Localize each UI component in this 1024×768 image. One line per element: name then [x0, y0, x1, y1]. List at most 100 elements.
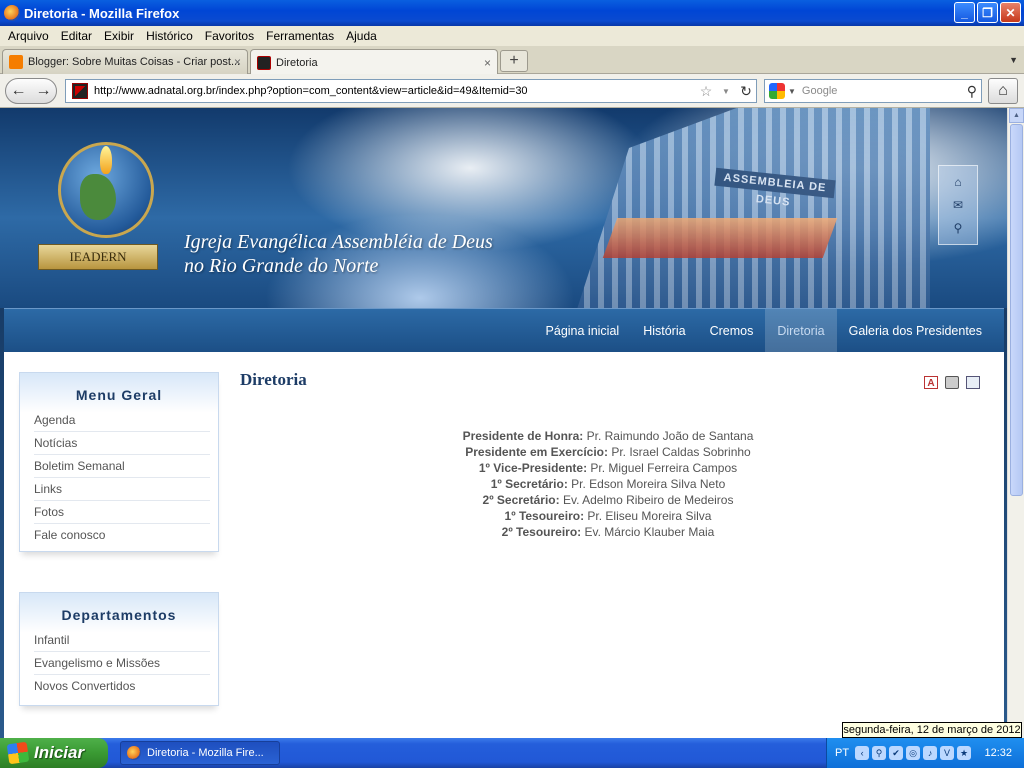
google-icon[interactable]: [769, 83, 785, 99]
church-name: Igreja Evangélica Assembléia de Deus no …: [184, 230, 493, 278]
language-indicator[interactable]: PT: [835, 747, 849, 759]
window-title: Diretoria - Mozilla Firefox: [24, 5, 180, 21]
bookmark-star-icon[interactable]: ☆: [696, 83, 716, 100]
board-row: 1º Secretário: Pr. Edson Moreira Silva N…: [240, 476, 976, 492]
system-tray: PT ‹ ⚲ ✔ ◎ ♪ V ★ 12:32: [826, 738, 1024, 768]
dept-item-infantil[interactable]: Infantil: [34, 629, 210, 652]
print-icon[interactable]: [945, 376, 959, 389]
tray-search-icon[interactable]: ⚲: [872, 746, 887, 760]
pdf-icon[interactable]: A: [924, 376, 938, 389]
menu-item-noticias[interactable]: Notícias: [34, 432, 210, 455]
menu-item-links[interactable]: Links: [34, 478, 210, 501]
main-content: Menu Geral Agenda Notícias Boletim Seman…: [4, 352, 1004, 738]
tray-audio-icon[interactable]: ♪: [923, 746, 938, 760]
menu-favoritos[interactable]: Favoritos: [199, 29, 260, 43]
address-bar[interactable]: http://www.adnatal.org.br/index.php?opti…: [65, 79, 757, 103]
taskbar-item-firefox[interactable]: Diretoria - Mozilla Fire...: [120, 741, 280, 765]
tab-diretoria[interactable]: Diretoria ×: [250, 49, 498, 75]
tab-label: Blogger: Sobre Muitas Coisas - Criar pos…: [28, 56, 241, 68]
board-row: Presidente de Honra: Pr. Raimundo João d…: [240, 428, 976, 444]
clock[interactable]: 12:32: [984, 747, 1012, 759]
reload-icon[interactable]: ↻: [736, 83, 756, 100]
taskbar-item-label: Diretoria - Mozilla Fire...: [147, 747, 264, 759]
search-icon[interactable]: ⚲: [967, 83, 977, 100]
window-titlebar[interactable]: Diretoria - Mozilla Firefox _ ❐ ✕: [0, 0, 1024, 26]
tab-close-icon[interactable]: ×: [234, 55, 241, 69]
email-icon[interactable]: ✉: [953, 198, 963, 212]
back-forward-group: ← →: [5, 78, 57, 104]
board-role: 2º Tesoureiro:: [501, 525, 582, 539]
windows-logo-icon: [6, 741, 30, 765]
board-name: Pr. Eliseu Moreira Silva: [587, 509, 712, 523]
board-row: 1º Vice-Presidente: Pr. Miguel Ferreira …: [240, 460, 976, 476]
tab-blogger[interactable]: Blogger: Sobre Muitas Coisas - Criar pos…: [2, 49, 248, 74]
url-text[interactable]: http://www.adnatal.org.br/index.php?opti…: [94, 85, 696, 97]
back-button[interactable]: ←: [6, 82, 31, 100]
forward-button[interactable]: →: [31, 82, 56, 100]
site-navigation: Página inicial História Cremos Diretoria…: [4, 308, 1004, 353]
tray-icons: ‹ ⚲ ✔ ◎ ♪ V ★: [855, 746, 972, 760]
board-row: 2º Secretário: Ev. Adelmo Ribeiro de Med…: [240, 492, 976, 508]
url-dropdown-icon[interactable]: ▼: [716, 87, 736, 96]
search-input[interactable]: Google: [802, 85, 967, 97]
tray-star-icon[interactable]: ★: [957, 746, 972, 760]
menu-exibir[interactable]: Exibir: [98, 29, 140, 43]
nav-cremos[interactable]: Cremos: [698, 309, 766, 353]
site-favicon-icon: [72, 83, 88, 99]
nav-historia[interactable]: História: [631, 309, 697, 353]
maximize-button[interactable]: ❐: [977, 2, 998, 23]
board-role: 2º Secretário:: [482, 493, 560, 507]
firefox-icon: [4, 5, 20, 21]
church-logo[interactable]: IEADERN: [38, 134, 168, 284]
building-sign: ASSEMBLEIA DE DEUS: [714, 167, 836, 209]
menu-item-agenda[interactable]: Agenda: [34, 409, 210, 432]
nav-diretoria[interactable]: Diretoria: [765, 309, 837, 353]
site-favicon-icon: [257, 55, 271, 70]
tab-label: Diretoria: [276, 56, 318, 69]
email-icon[interactable]: [966, 376, 980, 389]
tab-close-icon[interactable]: ×: [484, 56, 491, 70]
board-row: 2º Tesoureiro: Ev. Márcio Klauber Maia: [240, 524, 976, 540]
start-label: Iniciar: [34, 743, 85, 762]
search-icon[interactable]: ⚲: [954, 221, 963, 235]
departamentos-module: Departamentos Infantil Evangelismo e Mis…: [19, 592, 219, 706]
church-name-line1: Igreja Evangélica Assembléia de Deus: [184, 231, 493, 253]
minimize-button[interactable]: _: [954, 2, 975, 23]
tab-list-arrow-icon[interactable]: ▼: [1009, 55, 1018, 65]
menu-editar[interactable]: Editar: [55, 29, 98, 43]
start-button[interactable]: Iniciar: [0, 738, 108, 768]
menu-ajuda[interactable]: Ajuda: [340, 29, 383, 43]
new-tab-button[interactable]: +: [500, 50, 528, 72]
menu-ferramentas[interactable]: Ferramentas: [260, 29, 340, 43]
menu-item-fale-conosco[interactable]: Fale conosco: [34, 524, 210, 546]
menu-historico[interactable]: Histórico: [140, 29, 199, 43]
scroll-up-arrow-icon[interactable]: ▲: [1009, 108, 1024, 123]
menu-item-boletim[interactable]: Boletim Semanal: [34, 455, 210, 478]
nav-galeria-presidentes[interactable]: Galeria dos Presidentes: [837, 309, 994, 353]
scrollbar-thumb[interactable]: [1010, 124, 1023, 496]
menu-item-fotos[interactable]: Fotos: [34, 501, 210, 524]
module-title: Menu Geral: [75, 387, 163, 403]
vertical-scrollbar[interactable]: ▲: [1007, 108, 1024, 738]
nav-pagina-inicial[interactable]: Página inicial: [534, 309, 632, 353]
board-role: 1º Secretário:: [490, 477, 568, 491]
navigation-toolbar: ← → http://www.adnatal.org.br/index.php?…: [0, 74, 1024, 108]
church-name-line2: no Rio Grande do Norte: [184, 255, 379, 277]
menu-arquivo[interactable]: Arquivo: [2, 29, 55, 43]
taskbar: Iniciar Diretoria - Mozilla Fire... PT ‹…: [0, 738, 1024, 768]
close-button[interactable]: ✕: [1000, 2, 1021, 23]
tray-expand-icon[interactable]: ‹: [855, 746, 870, 760]
search-engine-dropdown-icon[interactable]: ▼: [788, 87, 796, 96]
dept-item-novos-convertidos[interactable]: Novos Convertidos: [34, 675, 210, 697]
article: Diretoria A Presidente de Honra: Pr. Rai…: [240, 370, 980, 539]
article-title: Diretoria: [240, 370, 307, 389]
dept-item-evangelismo[interactable]: Evangelismo e Missões: [34, 652, 210, 675]
board-role: Presidente de Honra:: [462, 429, 584, 443]
home-button[interactable]: ⌂: [988, 78, 1018, 104]
tray-network-icon[interactable]: ◎: [906, 746, 921, 760]
home-icon[interactable]: ⌂: [954, 175, 961, 189]
search-bar[interactable]: ▼ Google ⚲: [764, 79, 982, 103]
tray-shield-icon[interactable]: ✔: [889, 746, 904, 760]
tray-antivirus-icon[interactable]: V: [940, 746, 955, 760]
window-controls: _ ❐ ✕: [954, 2, 1021, 23]
